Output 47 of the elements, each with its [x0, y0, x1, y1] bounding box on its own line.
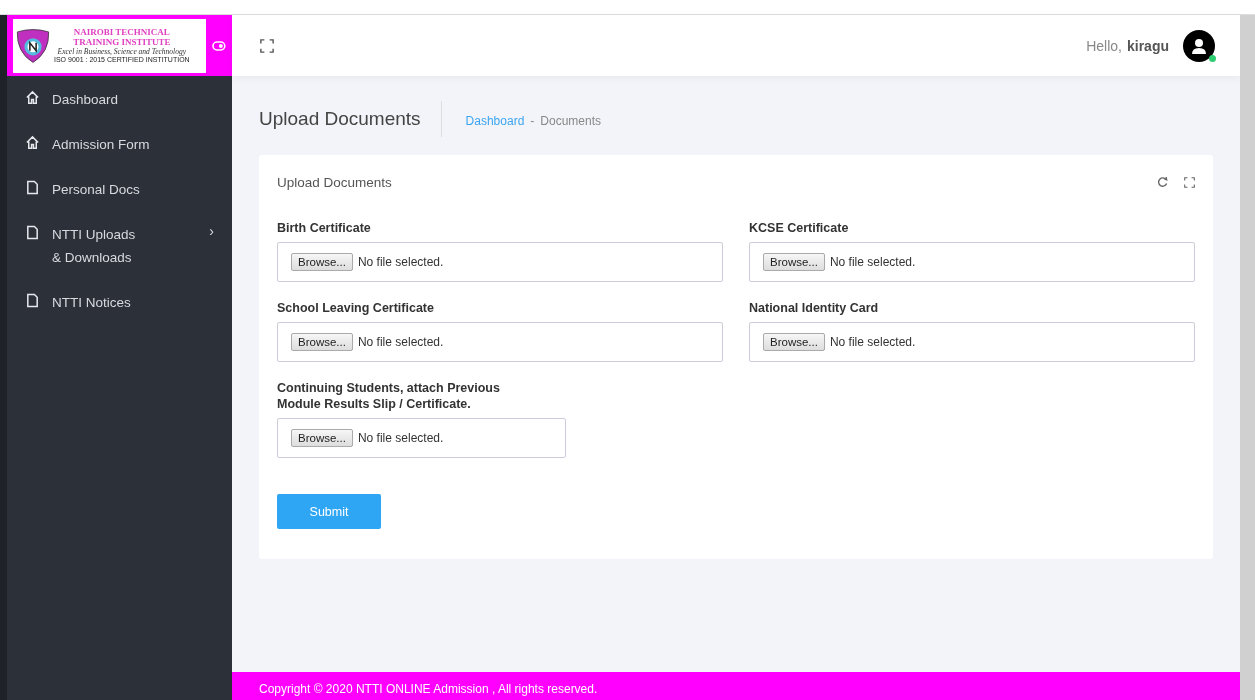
sidebar-item[interactable]: NTTI Uploads & Downloads › — [7, 219, 232, 287]
file-status: No file selected. — [829, 335, 916, 349]
file-input[interactable]: Browse... No file selected. — [749, 322, 1195, 362]
home-icon — [25, 90, 40, 105]
institute-name: NAIROBI TECHNICAL — [73, 27, 170, 37]
page-title: Upload Documents — [259, 101, 442, 137]
file-status: No file selected. — [357, 431, 444, 445]
scrollbar[interactable] — [1240, 15, 1255, 700]
card-title: Upload Documents — [277, 175, 392, 190]
file-input[interactable]: Browse... No file selected. — [277, 322, 723, 362]
greeting: Hello, — [1086, 37, 1122, 54]
file-input[interactable]: Browse... No file selected. — [277, 418, 566, 458]
browse-button[interactable]: Browse... — [291, 429, 353, 447]
browse-button[interactable]: Browse... — [291, 333, 353, 351]
fullscreen-icon[interactable] — [1184, 177, 1195, 188]
field-label: National Identity Card — [749, 300, 880, 316]
document-icon — [25, 180, 40, 195]
field-label: Continuing Students, attach Previous Module Results Slip / Certificate. — [277, 380, 501, 412]
file-input[interactable]: Browse... No file selected. — [277, 242, 723, 282]
toggle-icon[interactable] — [212, 40, 226, 51]
breadcrumb-text: Documents — [540, 114, 601, 128]
field-label: School Leaving Certificate — [277, 300, 435, 316]
sidebar-item[interactable]: Personal Docs — [7, 174, 232, 219]
file-status: No file selected. — [357, 255, 444, 269]
institute-name: TRAINING INSTITUTE — [73, 37, 171, 47]
chevron-icon: › — [209, 223, 214, 239]
browse-button[interactable]: Browse... — [763, 253, 825, 271]
file-status: No file selected. — [357, 335, 444, 349]
refresh-icon[interactable] — [1157, 177, 1168, 188]
file-status: No file selected. — [829, 255, 916, 269]
document-icon — [25, 225, 40, 240]
home-icon — [25, 135, 40, 150]
field-label: KCSE Certificate — [749, 220, 850, 236]
sidebar-item[interactable]: Dashboard — [7, 84, 232, 129]
username: kiragu — [1127, 37, 1169, 54]
copyright-text: Copyright © 2020 NTTI ONLINE Admission , All rights reserved. — [259, 682, 598, 696]
user-icon — [1190, 36, 1208, 55]
browse-button[interactable]: Browse... — [291, 253, 353, 271]
breadcrumb-text: - — [530, 114, 535, 128]
field-label: Birth Certificate — [277, 220, 372, 236]
document-icon — [25, 293, 40, 308]
sidebar-item[interactable]: Admission Form — [7, 129, 232, 174]
file-input[interactable]: Browse... No file selected. — [749, 242, 1195, 282]
browse-button[interactable]: Browse... — [763, 333, 825, 351]
fullscreen-icon[interactable] — [260, 38, 274, 53]
avatar[interactable] — [1183, 29, 1215, 62]
sidebar-item[interactable]: NTTI Notices — [7, 287, 232, 332]
